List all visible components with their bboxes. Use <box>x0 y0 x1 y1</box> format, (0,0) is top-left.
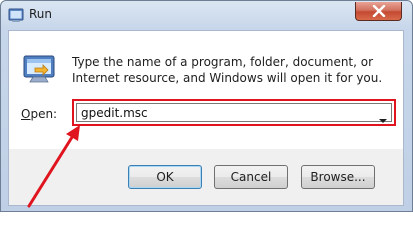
dialog-client-area: Type the name of a program, folder, docu… <box>8 30 404 206</box>
browse-button[interactable]: Browse... <box>301 165 375 189</box>
dialog-content: Type the name of a program, folder, docu… <box>9 31 403 149</box>
run-app-icon <box>8 7 24 23</box>
title-bar[interactable]: Run <box>1 1 412 29</box>
open-label-text: pen: <box>30 107 58 121</box>
ok-button[interactable]: OK <box>128 165 202 189</box>
chevron-down-icon[interactable] <box>378 110 388 123</box>
close-button[interactable] <box>355 2 402 21</box>
open-combobox[interactable] <box>76 103 392 123</box>
run-icon <box>21 53 57 85</box>
close-icon <box>372 5 386 17</box>
open-input[interactable] <box>81 106 371 120</box>
run-dialog-window: Run Type the name of a program, folder, … <box>0 0 413 212</box>
window-title: Run <box>29 7 53 21</box>
dialog-description: Type the name of a program, folder, docu… <box>72 55 383 85</box>
cancel-button[interactable]: Cancel <box>214 165 288 189</box>
open-label: Open: <box>21 107 57 121</box>
open-combobox-highlight[interactable] <box>72 99 396 126</box>
